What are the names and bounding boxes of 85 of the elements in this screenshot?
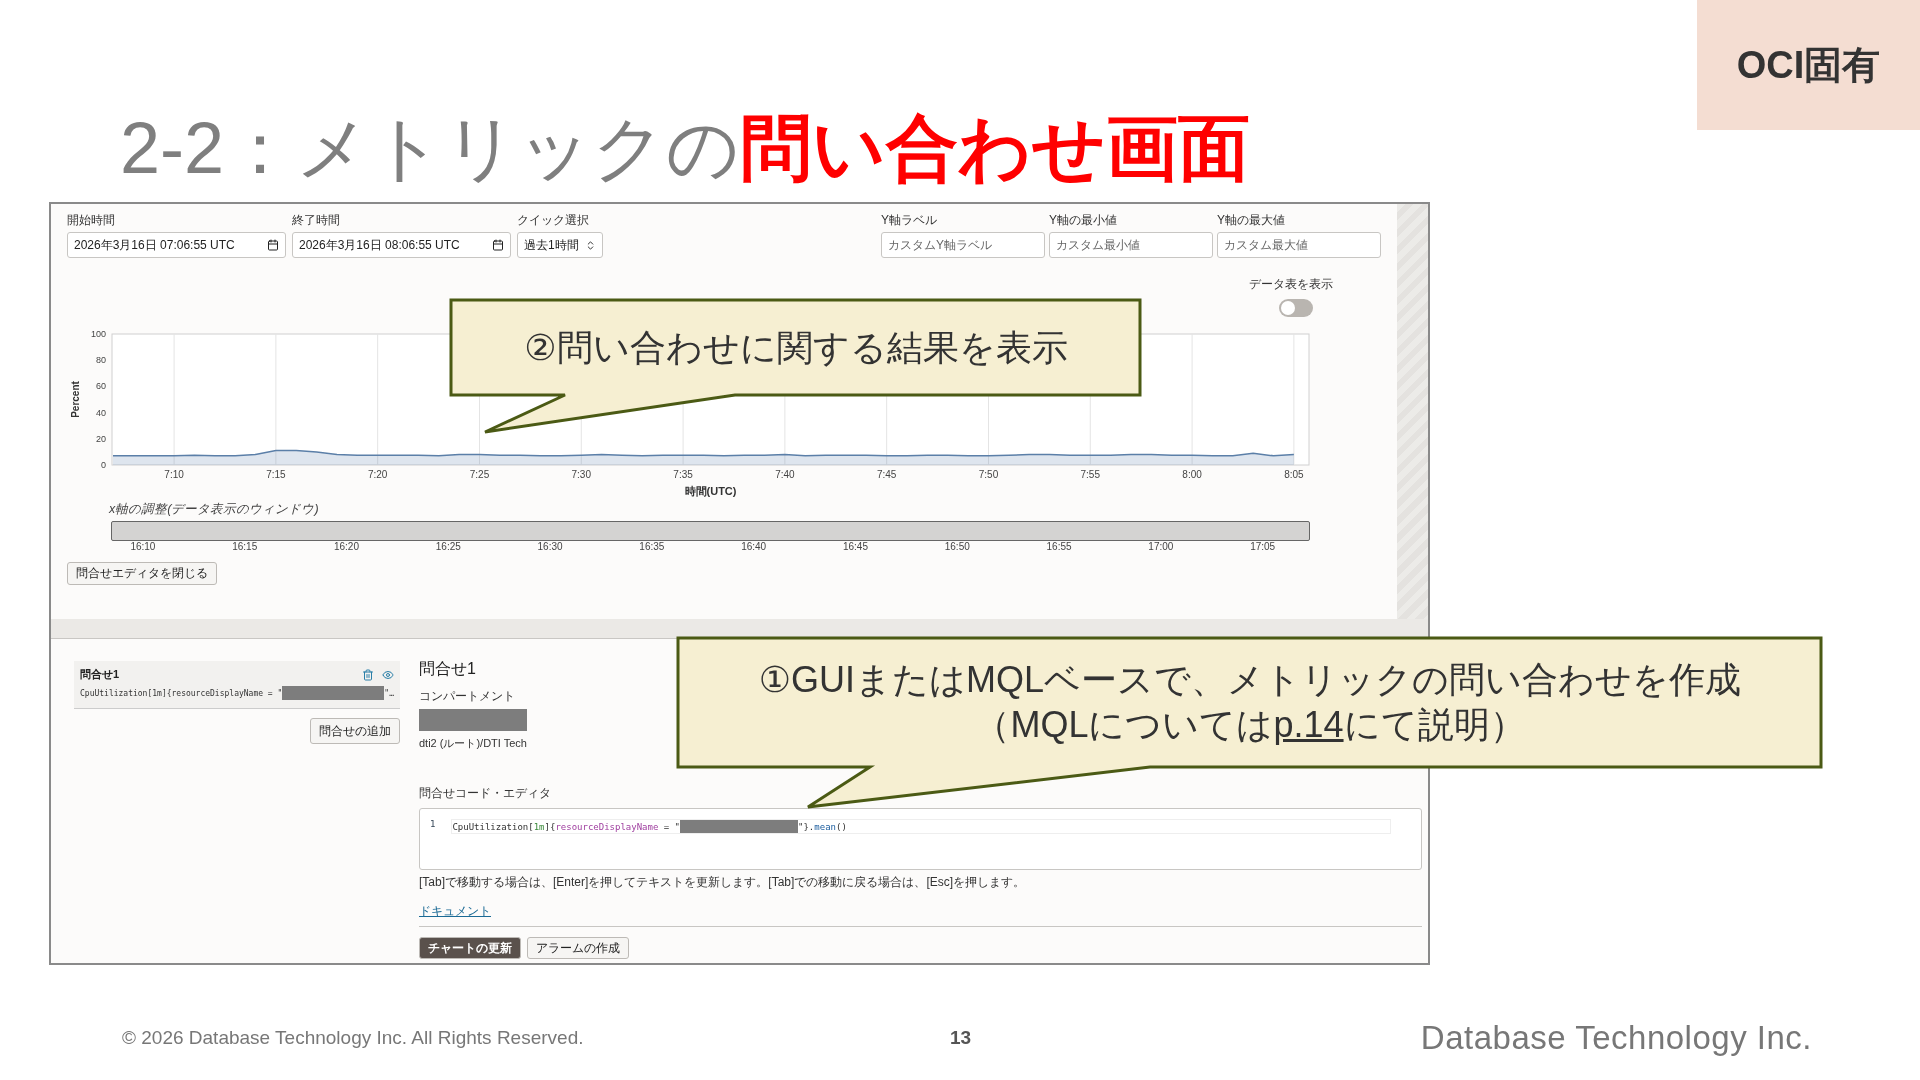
code-text: "}. bbox=[798, 821, 815, 832]
date-field[interactable]: 2026年3月16日 08:06:55 UTC bbox=[292, 232, 511, 258]
create-alarm-button[interactable]: アラームの作成 bbox=[527, 937, 629, 959]
slider-label: x軸の調整(データ表示のウィンドウ) bbox=[109, 501, 319, 518]
query-title: 問合せ1 bbox=[80, 667, 120, 682]
code-text: resourceDisplayName bbox=[555, 821, 659, 832]
query-text: "… bbox=[384, 688, 394, 698]
compartment-path: dti2 (ルート)/DTI Tech bbox=[419, 736, 527, 751]
trash-icon[interactable] bbox=[362, 668, 374, 681]
calendar-icon bbox=[492, 239, 504, 251]
page-link[interactable]: p.14 bbox=[1273, 704, 1344, 745]
y-tick-label: 60 bbox=[96, 381, 106, 392]
field-label: Y軸ラベル bbox=[881, 212, 938, 229]
slider-tick-label: 16:45 bbox=[841, 541, 869, 552]
select-field[interactable]: 過去1時間 bbox=[517, 232, 603, 258]
field-label: コンパートメント bbox=[419, 688, 515, 705]
x-tick-label: 8:00 bbox=[1182, 469, 1202, 480]
y-tick-label: 20 bbox=[96, 433, 106, 444]
input-field[interactable]: カスタム最大値 bbox=[1217, 232, 1381, 258]
slider-tick-label: 16:25 bbox=[434, 541, 462, 552]
slider-tick-label: 16:35 bbox=[638, 541, 666, 552]
page-number: 13 bbox=[950, 1027, 972, 1049]
eye-icon[interactable] bbox=[382, 668, 394, 681]
x-tick-label: 7:15 bbox=[266, 469, 286, 480]
x-tick-label: 7:25 bbox=[469, 469, 490, 480]
documentation-link[interactable]: ドキュメント bbox=[419, 903, 491, 920]
callout-text: ①GUIまたはMQLベースで、メトリックの問い合わせを作成 bbox=[758, 658, 1742, 702]
x-tick-label: 7:50 bbox=[978, 469, 999, 480]
slide-tag: OCI固有 bbox=[1697, 0, 1920, 130]
toggle-switch[interactable] bbox=[1279, 299, 1313, 317]
field-label: Y軸の最大値 bbox=[1217, 212, 1286, 229]
chevrons-icon bbox=[585, 239, 596, 251]
callout-text: ②問い合わせに関する結果を表示 bbox=[524, 325, 1068, 370]
calendar-icon bbox=[267, 239, 279, 251]
field-label: 問合せコード・エディタ bbox=[419, 785, 551, 802]
add-query-button[interactable]: 問合せの追加 bbox=[310, 718, 400, 744]
help-text: [Tab]で移動する場合は、[Enter]を押してテキストを更新します。[Tab]での移動に戻る場合は、[Esc]を押します。 bbox=[419, 874, 1026, 891]
x-tick-label: 7:30 bbox=[571, 469, 591, 480]
field-label: 開始時間 bbox=[67, 212, 116, 229]
query-heading: 問合せ1 bbox=[419, 659, 476, 679]
slider-tick-label: 16:40 bbox=[740, 541, 768, 552]
update-chart-button[interactable]: チャートの更新 bbox=[419, 937, 521, 959]
line-number: 1 bbox=[430, 819, 436, 831]
x-axis-title: 時間(UTC) bbox=[684, 485, 737, 497]
field-label: クイック選択 bbox=[517, 212, 590, 229]
toggle-label: データ表を表示 bbox=[1249, 276, 1333, 293]
slider-tick-label: 16:55 bbox=[1045, 541, 1073, 552]
input-field[interactable]: カスタムY軸ラベル bbox=[881, 232, 1045, 258]
copyright-text: © 2026 Database Technology Inc. All Rights Reserved. bbox=[122, 1027, 585, 1049]
x-tick-label: 8:05 bbox=[1284, 469, 1304, 480]
y-tick-label: 100 bbox=[90, 329, 106, 339]
code-text: mean bbox=[814, 821, 836, 832]
slider-tick-label: 17:00 bbox=[1147, 541, 1175, 552]
date-field[interactable]: 2026年3月16日 07:06:55 UTC bbox=[67, 232, 286, 258]
slider-tick-label: 16:10 bbox=[129, 541, 157, 552]
code-text: = " bbox=[662, 821, 681, 832]
slider-tick-label: 16:20 bbox=[332, 541, 360, 552]
x-tick-label: 7:55 bbox=[1080, 469, 1100, 480]
slider-tick-label: 17:05 bbox=[1249, 541, 1277, 552]
slide-title: 2-2：メトリックの問い合わせ画面 bbox=[120, 107, 1252, 190]
close-editor-button[interactable]: 問合せエディタを閉じる bbox=[67, 562, 217, 585]
slider-tick-label: 16:30 bbox=[536, 541, 564, 552]
query-text: CpuUtilization[1m]{resourceDisplayName = " bbox=[80, 688, 283, 698]
x-tick-label: 7:35 bbox=[673, 469, 693, 480]
y-tick-label: 40 bbox=[96, 407, 106, 418]
code-text: ]{ bbox=[544, 821, 556, 832]
x-tick-label: 7:20 bbox=[367, 469, 388, 480]
query-card[interactable]: 問合せ1 CpuUtilization[1m]{resourceDisplayName = " "… bbox=[74, 661, 400, 709]
slider-tick-label: 16:50 bbox=[943, 541, 971, 552]
field-label: Y軸の最小値 bbox=[1049, 212, 1118, 229]
company-logo: Database Technology Inc. bbox=[1420, 1019, 1812, 1057]
input-field[interactable]: カスタム最小値 bbox=[1049, 232, 1213, 258]
callout-text: （MQLについてはp.14にて説明） bbox=[974, 703, 1526, 747]
y-axis-title: Percent bbox=[70, 381, 81, 418]
field-label: 終了時間 bbox=[292, 212, 341, 229]
code-text: () bbox=[836, 821, 847, 832]
slider-tick-label: 16:15 bbox=[231, 541, 259, 552]
code-editor[interactable]: 1 CpuUtilization[1m]{resourceDisplayName = " "}.mean() bbox=[419, 808, 1422, 870]
y-tick-label: 80 bbox=[96, 355, 106, 366]
x-tick-label: 7:10 bbox=[164, 469, 184, 480]
code-text: CpuUtilization[ bbox=[452, 821, 534, 832]
y-tick-label: 0 bbox=[101, 460, 106, 470]
x-tick-label: 7:40 bbox=[775, 469, 795, 480]
code-text: 1m bbox=[533, 821, 545, 832]
x-tick-label: 7:45 bbox=[876, 469, 897, 480]
